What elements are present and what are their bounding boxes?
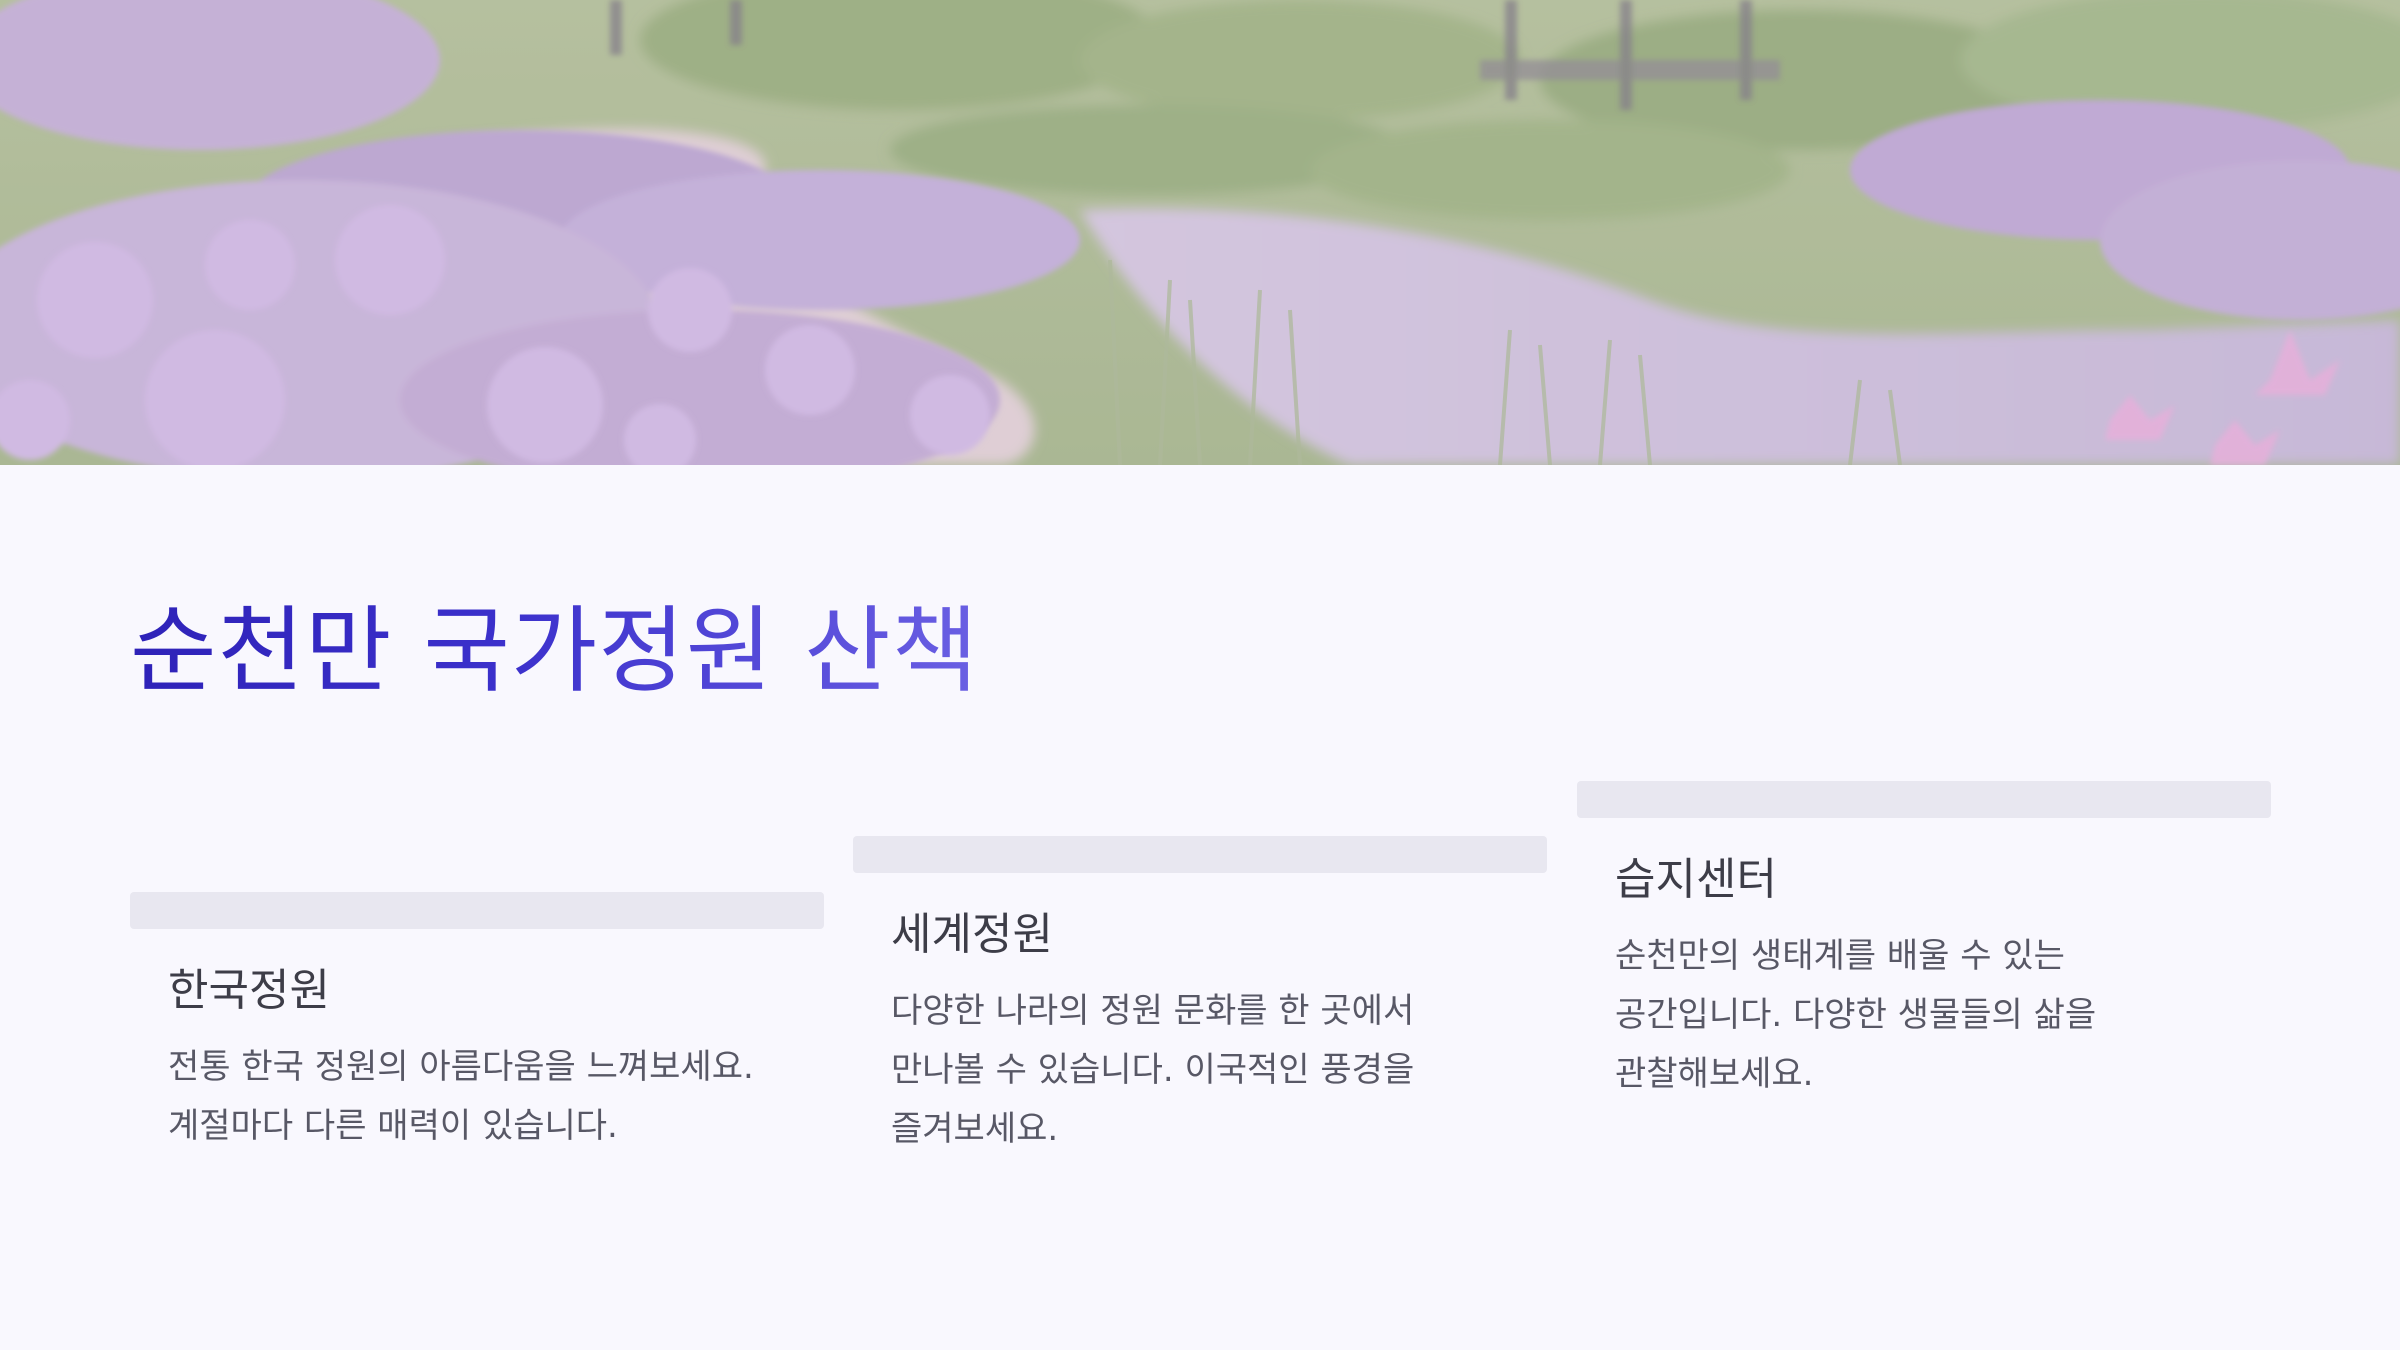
card-title: 습지센터 [1615,854,1777,905]
card-world-garden: 세계정원 다양한 나라의 정원 문화를 한 곳에서 만나볼 수 있습니다. 이국… [853,836,1547,1159]
card-accent-bar [1577,781,2271,818]
card-accent-bar [130,892,824,929]
hero-garden-image [0,0,2400,465]
card-korean-garden: 한국정원 전통 한국 정원의 아름다움을 느껴보세요. 계절마다 다른 매력이 … [130,892,824,1156]
card-description: 전통 한국 정원의 아름다움을 느껴보세요. 계절마다 다른 매력이 있습니다. [168,1046,754,1146]
card-wetland-center: 습지센터 순천만의 생태계를 배울 수 있는 공간입니다. 다양한 생물들의 삶… [1577,781,2271,1104]
slide-title: 순천만 국가정원 산책 [130,597,980,706]
card-description: 순천만의 생태계를 배울 수 있는 공간입니다. 다양한 생물들의 삶을 관찰해… [1615,935,2097,1094]
card-title: 세계정원 [891,909,1053,960]
card-title: 한국정원 [168,965,330,1016]
card-accent-bar [853,836,1547,873]
card-description: 다양한 나라의 정원 문화를 한 곳에서 만나볼 수 있습니다. 이국적인 풍경… [891,990,1415,1149]
